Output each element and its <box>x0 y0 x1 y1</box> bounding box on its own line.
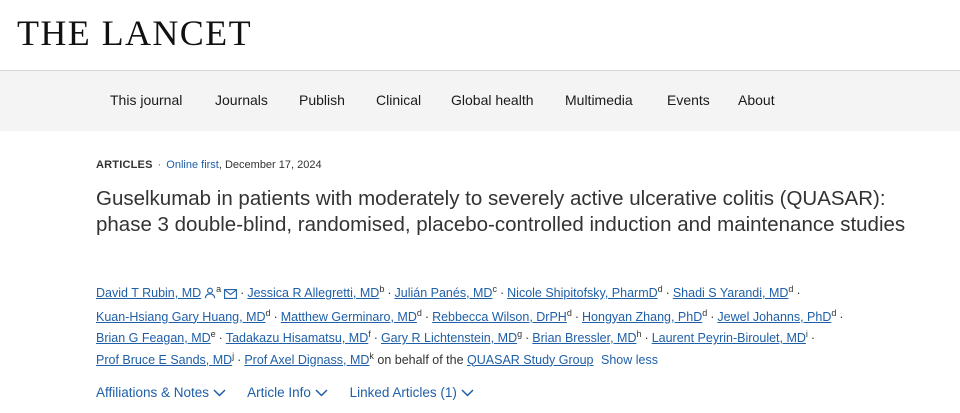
author-link[interactable]: Matthew Germinaro, MD <box>281 310 417 324</box>
author-link[interactable]: David T Rubin, MD <box>96 286 201 300</box>
author-separator: · <box>710 309 715 324</box>
nav-clinical[interactable]: Clinical <box>376 92 421 108</box>
show-less-button[interactable]: Show less <box>601 353 658 367</box>
affiliation-sup: d <box>702 307 708 318</box>
affiliation-sup: c <box>492 283 497 294</box>
affiliation-sup: h <box>636 328 642 339</box>
author-separator: · <box>273 309 278 324</box>
affiliation-sup: g <box>517 328 523 339</box>
author-link[interactable]: Tadakazu Hisamatsu, MD <box>226 331 368 345</box>
author-link[interactable]: Hongyan Zhang, PhD <box>582 310 702 324</box>
affiliation-sup: f <box>368 328 371 339</box>
tab-affiliations-notes[interactable]: Affiliations & Notes <box>96 385 226 400</box>
tab-article-info[interactable]: Article Info <box>247 385 328 400</box>
article-tabs: Affiliations & Notes Article Info Linked… <box>96 385 492 400</box>
author-link[interactable]: Julián Panés, MD <box>395 286 493 300</box>
affiliation-sup: d <box>265 307 271 318</box>
on-behalf-text: on behalf of the <box>377 352 464 367</box>
author-separator: · <box>796 286 801 300</box>
affiliation-sup: d <box>831 307 837 318</box>
author-separator: · <box>665 286 670 300</box>
tab-label: Linked Articles (1) <box>349 385 457 400</box>
tab-label: Article Info <box>247 385 311 400</box>
author-link[interactable]: Jessica R Allegretti, MD <box>247 286 379 300</box>
author-link[interactable]: Prof Axel Dignass, MD <box>244 353 369 367</box>
author-link[interactable]: Shadi S Yarandi, MD <box>673 286 789 300</box>
author-separator: · <box>424 309 430 324</box>
affiliation-sup: d <box>566 307 572 318</box>
online-first-link[interactable]: Online first <box>166 159 219 171</box>
affiliation-sup: e <box>210 328 216 339</box>
affiliation-sup: b <box>379 283 385 294</box>
article-title: Guselkumab in patients with moderately t… <box>96 187 906 236</box>
affiliation-sup: d <box>416 307 422 318</box>
affiliation-sup: a <box>216 283 222 294</box>
email-icon[interactable] <box>224 285 238 307</box>
chevron-down-icon <box>213 389 226 397</box>
affiliation-sup: k <box>369 350 374 361</box>
author-separator: · <box>574 309 580 324</box>
chevron-down-icon <box>461 389 474 397</box>
author-link[interactable]: Laurent Peyrin-Biroulet, MD <box>652 331 806 345</box>
person-icon[interactable] <box>204 285 216 307</box>
author-separator: · <box>387 286 392 300</box>
author-separator: · <box>373 331 378 345</box>
lancet-logo[interactable]: THE LANCET <box>17 12 252 54</box>
tab-linked-articles[interactable]: Linked Articles (1) <box>350 385 474 400</box>
nav-events[interactable]: Events <box>667 92 710 108</box>
article-type: ARTICLES <box>96 159 153 171</box>
masthead: THE LANCET <box>0 0 960 70</box>
author-link[interactable]: Gary R Lichtenstein, MD <box>381 331 517 345</box>
nav-about[interactable]: About <box>738 92 775 108</box>
author-link[interactable]: Prof Bruce E Sands, MD <box>96 353 232 367</box>
affiliation-sup: i <box>805 328 808 339</box>
author-separator: · <box>218 331 223 345</box>
author-separator: · <box>839 309 844 324</box>
main-nav: This journal Journals Publish Clinical G… <box>0 70 960 131</box>
author-link[interactable]: Rebbecca Wilson, DrPH <box>432 310 567 324</box>
article-meta: ARTICLES · Online first, December 17, 2024 <box>96 159 322 171</box>
author-separator: · <box>499 286 505 300</box>
chevron-down-icon <box>315 389 328 397</box>
affiliation-sup: d <box>657 283 663 294</box>
author-link[interactable]: Kuan-Hsiang Gary Huang, MD <box>96 310 266 324</box>
author-separator: · <box>810 331 816 345</box>
affiliation-sup: d <box>788 283 794 294</box>
nav-journals[interactable]: Journals <box>215 92 268 108</box>
nav-publish[interactable]: Publish <box>299 92 345 108</box>
nav-global-health[interactable]: Global health <box>451 92 534 108</box>
author-separator: · <box>240 286 245 300</box>
author-link[interactable]: Nicole Shipitofsky, PharmD <box>507 286 658 300</box>
author-separator: · <box>644 331 649 345</box>
study-group-link[interactable]: QUASAR Study Group <box>467 353 593 367</box>
meta-separator: · <box>157 159 162 171</box>
publication-date: , December 17, 2024 <box>218 159 322 171</box>
author-list: David T Rubin, MD a · Jessica R Allegretti,… <box>96 283 951 371</box>
author-separator: · <box>237 352 242 367</box>
nav-multimedia[interactable]: Multimedia <box>565 92 633 108</box>
tab-label: Affiliations & Notes <box>96 385 210 400</box>
author-link[interactable]: Brian Bressler, MD <box>532 331 636 345</box>
author-link[interactable]: Brian G Feagan, MD <box>96 331 211 345</box>
nav-this-journal[interactable]: This journal <box>110 92 182 108</box>
author-separator: · <box>525 331 530 345</box>
affiliation-sup: j <box>232 350 235 361</box>
author-link[interactable]: Jewel Johanns, PhD <box>717 310 831 324</box>
